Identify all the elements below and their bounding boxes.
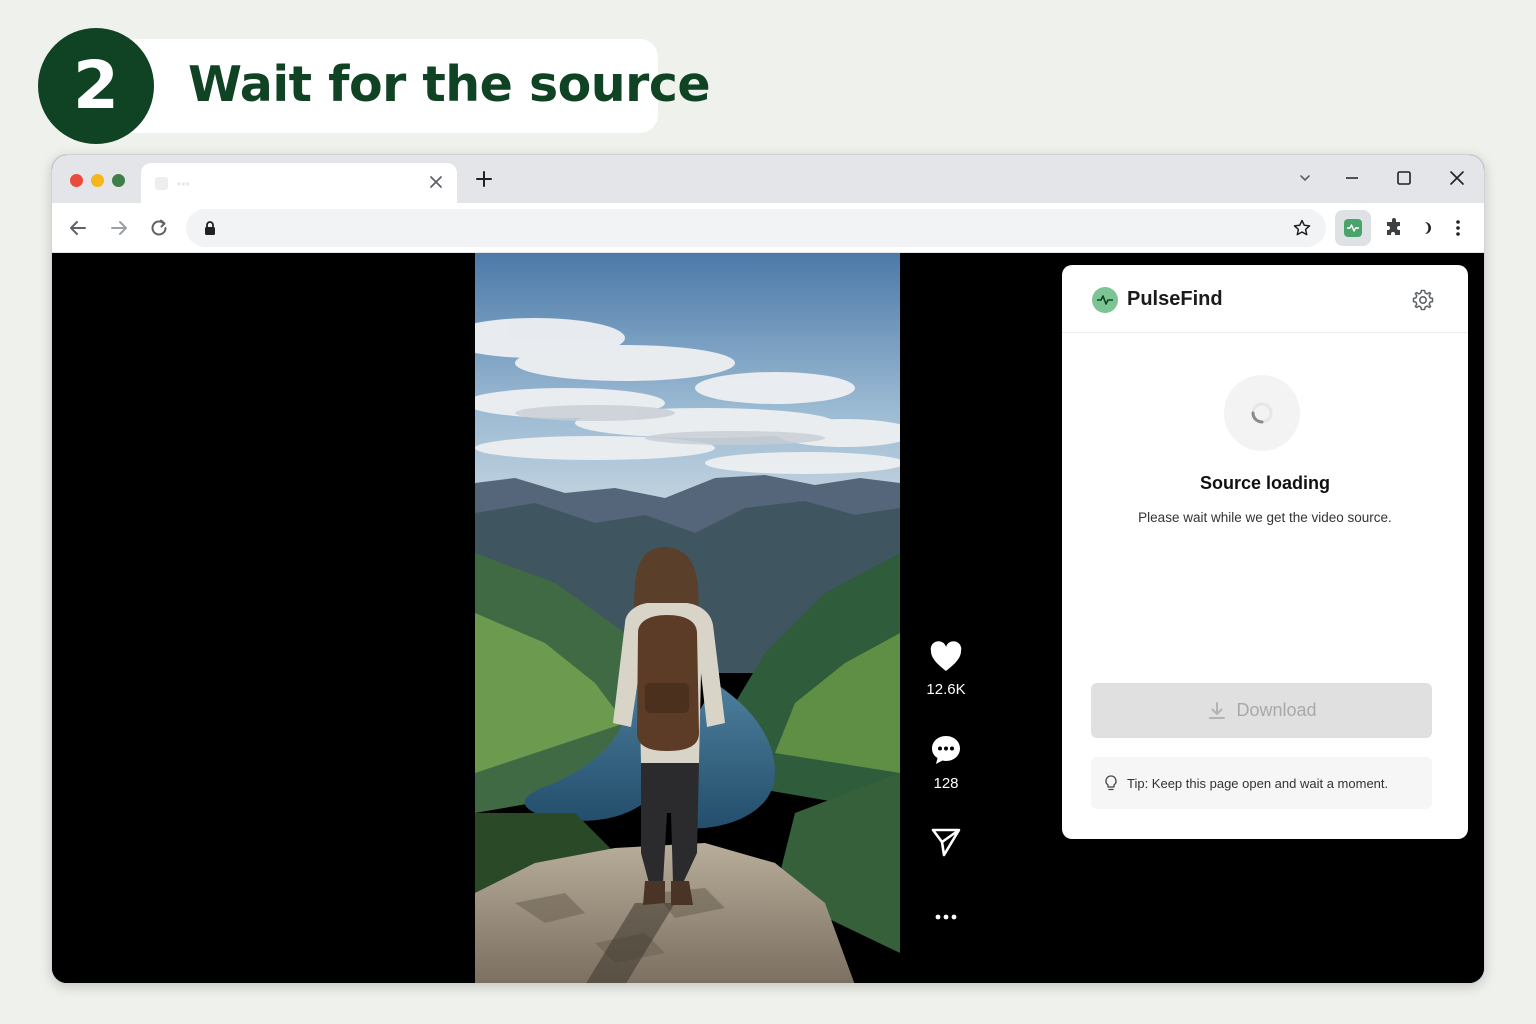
bookmark-star-icon[interactable] [1292,218,1312,238]
browser-toolbar [52,203,1484,253]
tab-title: ••• [177,177,190,191]
back-icon[interactable] [66,216,90,240]
status-description: Please wait while we get the video sourc… [1138,510,1392,525]
download-button[interactable]: Download [1091,683,1432,738]
reload-icon[interactable] [147,216,171,240]
more-icon[interactable] [929,905,963,929]
settings-gear-icon[interactable] [1410,287,1436,313]
pulsefind-extension-icon[interactable] [1335,210,1371,246]
forward-icon[interactable] [107,216,131,240]
video-player[interactable] [475,253,900,983]
browser-menu-icon[interactable] [1446,216,1470,240]
brand-name: PulseFind [1127,288,1223,310]
minimize-icon[interactable] [1337,163,1367,193]
extension-popup: PulseFind Source loading Please wait whi… [1062,265,1468,839]
like-count: 12.6K [926,681,966,698]
video-frame-illustration [475,253,900,983]
extensions-puzzle-icon[interactable] [1382,216,1406,240]
browser-window: ••• 12.6K 128 PulseFind Source loading P… [51,154,1485,984]
window-minimize-dot[interactable] [91,174,104,187]
lightbulb-icon [1105,775,1117,791]
close-window-icon[interactable] [1442,163,1472,193]
tab-favicon [155,177,168,190]
like-action[interactable]: 12.6K [918,641,974,698]
comment-icon[interactable] [929,733,963,767]
window-close-dot[interactable] [70,174,83,187]
step-number-badge: 2 [38,28,154,144]
browser-tab[interactable]: ••• [141,163,457,205]
comment-count: 128 [933,775,959,792]
media-control-icon[interactable] [1416,216,1440,240]
address-bar[interactable] [186,209,1326,247]
loading-spinner [1224,375,1300,451]
tab-search-chevron-icon[interactable] [1290,163,1320,193]
step-title: Wait for the source [188,56,711,113]
maximize-icon[interactable] [1389,163,1419,193]
download-label: Download [1236,700,1317,720]
comment-action[interactable]: 128 [918,733,974,792]
tip-box: Tip: Keep this page open and wait a mome… [1091,757,1432,809]
new-tab-icon[interactable] [472,167,496,191]
share-action[interactable] [918,825,974,859]
tab-strip: ••• [52,155,1484,205]
lock-icon[interactable] [202,220,218,236]
spinner-icon [1251,402,1273,424]
window-zoom-dot[interactable] [112,174,125,187]
download-icon [1209,701,1226,719]
page-content: 12.6K 128 PulseFind Source loading Pleas… [52,253,1484,983]
heart-icon[interactable] [929,641,963,673]
status-title: Source loading [1199,473,1331,493]
tab-close-icon[interactable] [425,171,447,193]
share-icon[interactable] [929,825,963,859]
more-action[interactable] [918,905,974,929]
tip-text: Tip: Keep this page open and wait a mome… [1127,775,1389,791]
popup-header: PulseFind [1062,265,1468,333]
pulsefind-logo-icon [1092,287,1118,313]
